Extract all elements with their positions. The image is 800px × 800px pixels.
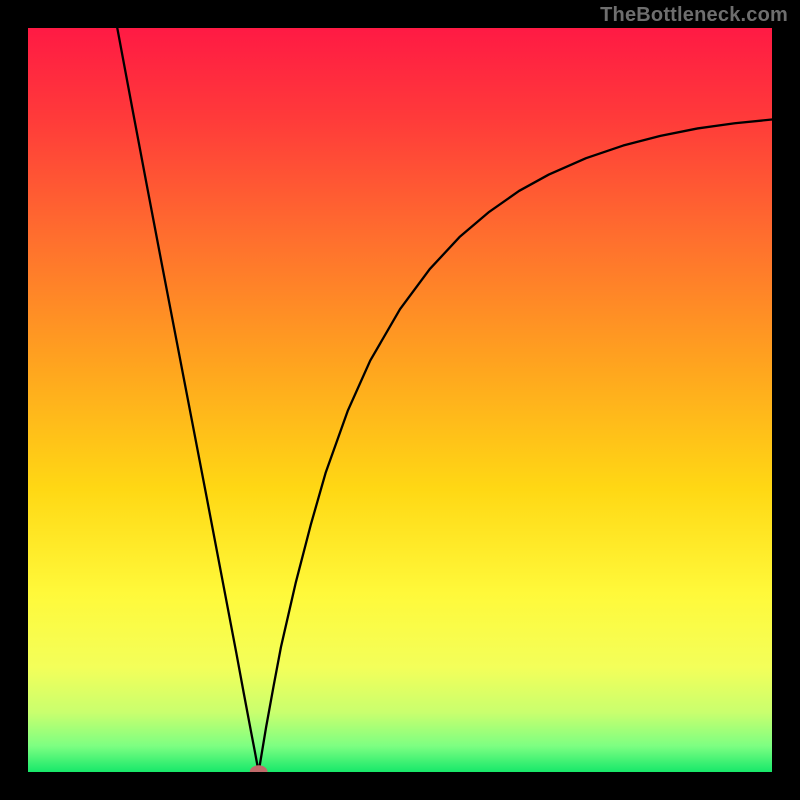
minimum-marker: [250, 765, 268, 772]
curve-layer: [28, 28, 772, 772]
watermark-text: TheBottleneck.com: [600, 4, 788, 27]
bottleneck-curve: [117, 28, 772, 772]
chart-stage: TheBottleneck.com: [0, 0, 800, 800]
plot-area: [28, 28, 772, 772]
